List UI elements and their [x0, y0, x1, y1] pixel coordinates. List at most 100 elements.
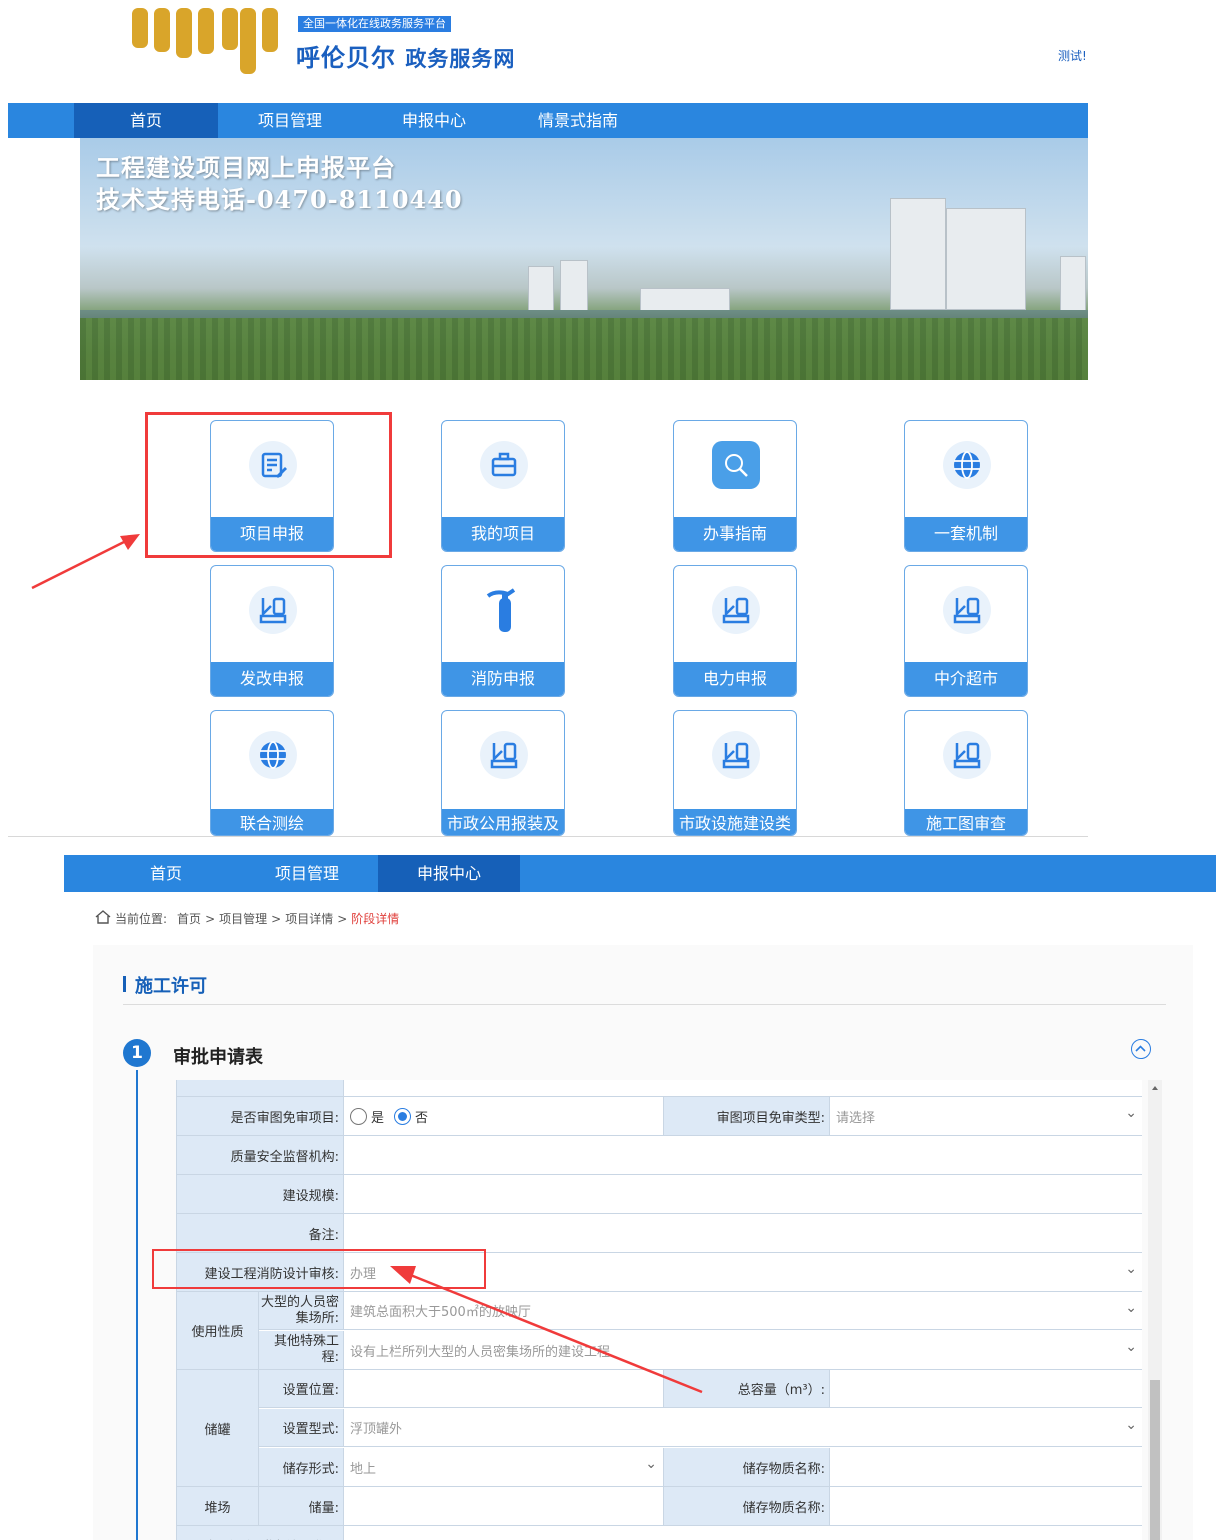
- ruler-icon: [943, 731, 991, 779]
- yard-quantity-label: 储量:: [259, 1487, 344, 1525]
- collapse-icon[interactable]: [1131, 1039, 1151, 1059]
- breadcrumb-project-detail[interactable]: 项目详情: [285, 910, 333, 927]
- exempt-no-label: 否: [415, 1110, 429, 1126]
- quality-input[interactable]: [344, 1136, 1142, 1174]
- tank-type-select[interactable]: 浮顶罐外: [344, 1409, 1142, 1447]
- form-row-civil-defense: 人防工程质量监督注册登记: 请选择: [177, 1526, 1142, 1540]
- nav-scenario-guide[interactable]: 情景式指南: [506, 103, 650, 138]
- nav-home[interactable]: 首页: [96, 855, 236, 892]
- globe-icon: [249, 731, 297, 779]
- nav-home[interactable]: 首页: [74, 103, 218, 138]
- home-icon: [95, 910, 111, 927]
- tank-group-label: 储罐: [177, 1370, 259, 1486]
- user-link[interactable]: 测试!: [1058, 47, 1087, 64]
- exempt-type-select[interactable]: 请选择: [830, 1097, 1142, 1135]
- section-title: 施工许可: [135, 976, 207, 997]
- breadcrumb-current: 阶段详情: [351, 912, 400, 926]
- storage-material-input[interactable]: [830, 1448, 1142, 1486]
- tile-fire-apply[interactable]: 消防申报: [441, 565, 565, 697]
- top-nav: 首页 项目管理 申报中心 情景式指南: [8, 103, 1088, 138]
- banner-phone: 技术支持电话-0470-8110440: [96, 185, 463, 214]
- ruler-icon: [712, 586, 760, 634]
- scale-input[interactable]: [344, 1175, 1142, 1213]
- special-label: 其他特殊工程:: [259, 1331, 344, 1369]
- tank-position-label: 设置位置:: [259, 1370, 344, 1408]
- breadcrumb-project-management[interactable]: 项目管理: [219, 910, 267, 927]
- breadcrumb-separator: >: [337, 911, 348, 926]
- step-timeline: [136, 1070, 138, 1540]
- step-title: 审批申请表: [173, 1047, 263, 1068]
- civil-defense-label: 人防工程质量监督注册登记:: [177, 1526, 344, 1540]
- fire-extinguisher-icon: [480, 586, 528, 634]
- yard-quantity-input[interactable]: [344, 1487, 663, 1525]
- remark-label: 备注:: [177, 1214, 344, 1252]
- ruler-icon: [712, 731, 760, 779]
- tile-mechanism[interactable]: 一套机制: [904, 420, 1028, 552]
- tile-label: 发改申报: [211, 662, 333, 696]
- breadcrumb-separator: >: [271, 911, 282, 926]
- tank-type-label: 设置型式:: [259, 1409, 344, 1447]
- storage-material-label: 储存物质名称:: [663, 1448, 830, 1486]
- banner-title: 工程建设项目网上申报平台: [96, 153, 396, 182]
- nav-application-center[interactable]: 申报中心: [378, 855, 520, 892]
- exempt-yes-radio[interactable]: [350, 1107, 367, 1125]
- remark-input[interactable]: [344, 1214, 1142, 1252]
- storage-form-select[interactable]: 地上: [344, 1448, 663, 1486]
- exempt-no-radio[interactable]: [394, 1107, 412, 1125]
- highlight-box-project-apply: [145, 412, 392, 558]
- nav-project-management[interactable]: 项目管理: [236, 855, 378, 892]
- tile-label: 消防申报: [442, 662, 564, 696]
- tile-power-apply[interactable]: 电力申报: [673, 565, 797, 697]
- tile-municipal-utility[interactable]: 市政公用报装及: [441, 710, 565, 836]
- yard-material-label: 储存物质名称:: [663, 1487, 830, 1525]
- tile-label: 办事指南: [674, 517, 796, 551]
- civil-defense-select[interactable]: 请选择: [344, 1526, 1142, 1540]
- form-label: [177, 1080, 344, 1096]
- exempt-yes-label: 是: [371, 1110, 385, 1126]
- platform-badge: 全国一体化在线政务服务平台: [298, 16, 451, 32]
- tile-label: 市政公用报装及: [442, 809, 564, 835]
- tile-drawing-review[interactable]: 施工图审查: [904, 710, 1028, 836]
- nav-project-management[interactable]: 项目管理: [218, 103, 362, 138]
- globe-icon: [943, 441, 991, 489]
- banner-image: 工程建设项目网上申报平台 技术支持电话-0470-8110440: [80, 138, 1088, 380]
- tile-label: 中介超市: [905, 662, 1027, 696]
- breadcrumb-prefix: 当前位置:: [115, 912, 168, 926]
- tile-my-projects[interactable]: 我的项目: [441, 420, 565, 552]
- red-arrow-annotation: [31, 534, 140, 590]
- tank-capacity-input[interactable]: [830, 1370, 1142, 1408]
- breadcrumb: 当前位置: 首页 > 项目管理 > 项目详情 > 阶段详情: [95, 910, 399, 927]
- section-marker: [123, 976, 126, 992]
- yard-material-input[interactable]: [830, 1487, 1142, 1525]
- nav-application-center[interactable]: 申报中心: [362, 103, 506, 138]
- tile-label: 联合测绘: [211, 809, 333, 835]
- tile-label: 电力申报: [674, 662, 796, 696]
- tile-label: 市政设施建设类: [674, 809, 796, 835]
- breadcrumb-home[interactable]: 首页: [177, 910, 201, 927]
- site-title: 呼伦贝尔 政务服务网: [296, 38, 515, 73]
- scroll-thumb[interactable]: [1150, 1380, 1160, 1540]
- form-row-yard: 堆场 储量: 储存物质名称:: [177, 1487, 1142, 1526]
- tile-label: 一套机制: [905, 517, 1027, 551]
- exempt-type-label: 审图项目免审类型:: [663, 1097, 830, 1135]
- tile-agency-market[interactable]: 中介超市: [904, 565, 1028, 697]
- red-arrow-annotation: [390, 1266, 703, 1394]
- briefcase-icon: [480, 441, 528, 489]
- scale-label: 建设规模:: [177, 1175, 344, 1213]
- tile-ndrc-apply[interactable]: 发改申报: [210, 565, 334, 697]
- tile-joint-survey[interactable]: 联合测绘: [210, 710, 334, 836]
- usage-group-label: 使用性质: [177, 1292, 259, 1369]
- form-row-remark: 备注:: [177, 1214, 1142, 1253]
- form-row-exempt: 是否审图免审项目: 是 否 审图项目免审类型: 请选择: [177, 1097, 1142, 1136]
- screenshot-divider: [8, 836, 1088, 837]
- site-title-city: 呼伦贝尔: [296, 43, 396, 72]
- exempt-radio-group: 是 否: [344, 1097, 663, 1135]
- storage-form-label: 储存形式:: [259, 1448, 344, 1486]
- tile-label: 施工图审查: [905, 809, 1027, 835]
- tile-municipal-facility[interactable]: 市政设施建设类: [673, 710, 797, 836]
- mongolian-script-logo: [130, 8, 280, 74]
- tile-service-guide[interactable]: 办事指南: [673, 420, 797, 552]
- breadcrumb-separator: >: [205, 911, 216, 926]
- form-row-quality: 质量安全监督机构:: [177, 1136, 1142, 1175]
- ruler-icon: [480, 731, 528, 779]
